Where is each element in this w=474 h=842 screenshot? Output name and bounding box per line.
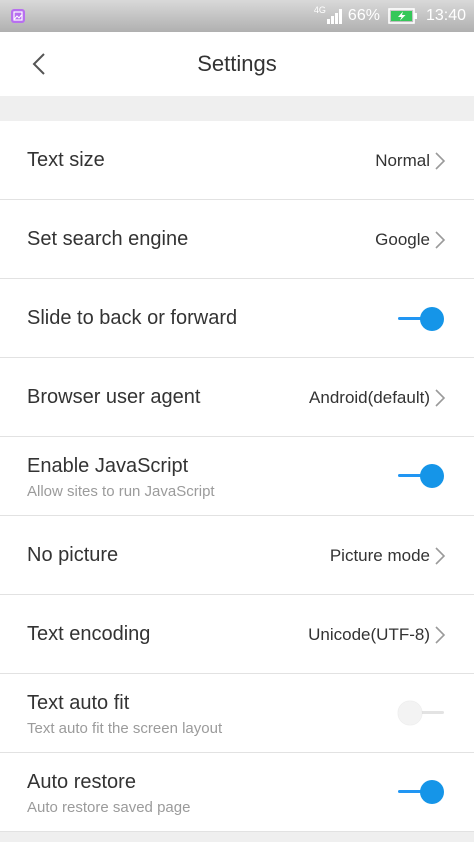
signal-icon [326,8,344,24]
setting-description: Auto restore saved page [27,799,191,816]
setting-value: Normal [375,151,430,170]
javascript-toggle[interactable] [398,464,444,488]
setting-value: Google [375,230,430,249]
setting-label: Text encoding [27,623,151,645]
toggle-thumb [420,780,444,804]
section-divider [0,96,474,121]
setting-label: Set search engine [27,228,189,250]
chevron-right-icon [435,547,446,565]
setting-auto-restore: Auto restore Auto restore saved page [0,753,474,832]
setting-label: No picture [27,544,119,566]
setting-label: Text size [27,149,105,171]
gallery-notification-icon [11,9,25,23]
auto-restore-toggle[interactable] [398,780,444,804]
setting-search-engine[interactable]: Set search engine Google [0,200,474,279]
setting-javascript: Enable JavaScript Allow sites to run Jav… [0,437,474,516]
setting-text-auto-fit: Text auto fit Text auto fit the screen l… [0,674,474,753]
setting-label: Enable JavaScript [27,455,189,477]
setting-text-encoding[interactable]: Text encoding Unicode(UTF-8) [0,595,474,674]
setting-description: Allow sites to run JavaScript [27,483,215,500]
chevron-right-icon [435,231,446,249]
setting-label: Text auto fit [27,692,130,714]
setting-value: Unicode(UTF-8) [308,625,430,644]
setting-slide-navigation: Slide to back or forward [0,279,474,358]
bottom-divider [0,832,474,842]
setting-value: Picture mode [329,546,430,565]
slide-navigation-toggle[interactable] [398,307,444,331]
setting-no-picture[interactable]: No picture Picture mode [0,516,474,595]
setting-user-agent[interactable]: Browser user agent Android(default) [0,358,474,437]
chevron-right-icon [435,389,446,407]
setting-label: Browser user agent [27,386,201,408]
setting-label: Slide to back or forward [27,307,238,329]
toggle-thumb [398,701,422,725]
setting-description: Text auto fit the screen layout [27,720,223,737]
clock: 13:40 [425,7,466,24]
app-bar: Settings [0,32,474,96]
chevron-right-icon [435,152,446,170]
battery-percent: 66% [347,7,380,24]
toggle-thumb [420,464,444,488]
network-type-label: 4G [313,5,326,15]
toggle-thumb [420,307,444,331]
settings-list: Text size Normal Set search engine Googl… [0,121,474,832]
text-auto-fit-toggle[interactable] [398,701,444,725]
page-title: Settings [197,51,277,76]
setting-label: Auto restore [27,771,136,793]
setting-text-size[interactable]: Text size Normal [0,121,474,200]
status-bar: 4G 66% 13:40 [0,0,474,32]
chevron-right-icon [435,626,446,644]
setting-value: Android(default) [309,388,430,407]
battery-charging-icon [388,8,418,24]
